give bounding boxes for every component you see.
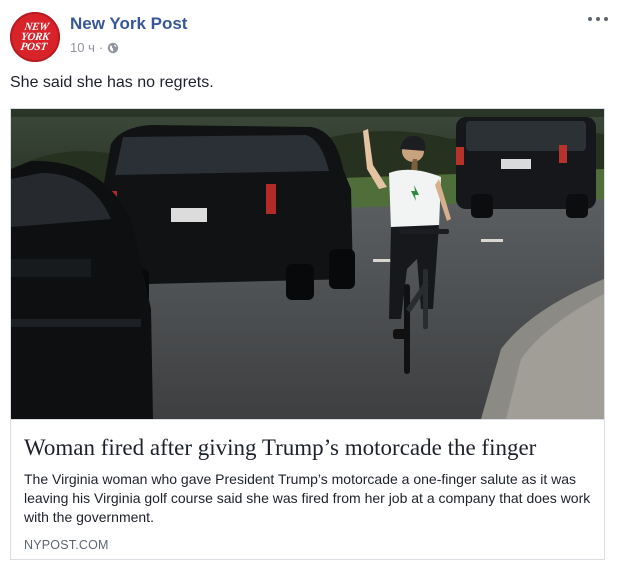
photo-woman-on-bicycle[interactable]	[11, 109, 604, 419]
post-meta: 10 ч ·	[70, 40, 119, 55]
page-avatar[interactable]: NEW YORK POST	[10, 12, 60, 62]
link-domain: NYPOST.COM	[24, 538, 109, 552]
facebook-post: NEW YORK POST New York Post 10 ч · She s…	[0, 0, 618, 569]
more-options-icon[interactable]	[588, 12, 608, 26]
post-message: She said she has no regrets.	[10, 74, 214, 91]
post-timestamp[interactable]: 10 ч	[70, 40, 95, 55]
link-description: The Virginia woman who gave President Tr…	[24, 471, 591, 525]
link-preview-body[interactable]: Woman fired after giving Trump’s motorca…	[11, 419, 604, 559]
meta-separator: ·	[98, 40, 104, 55]
logo-line-3: POST	[19, 41, 48, 53]
globe-icon[interactable]	[107, 42, 119, 54]
link-headline[interactable]: Woman fired after giving Trump’s motorca…	[24, 434, 594, 462]
link-preview-card[interactable]: Woman fired after giving Trump’s motorca…	[10, 108, 605, 560]
page-name-link[interactable]: New York Post	[70, 14, 187, 34]
nypost-logo: NEW YORK POST	[19, 21, 51, 53]
